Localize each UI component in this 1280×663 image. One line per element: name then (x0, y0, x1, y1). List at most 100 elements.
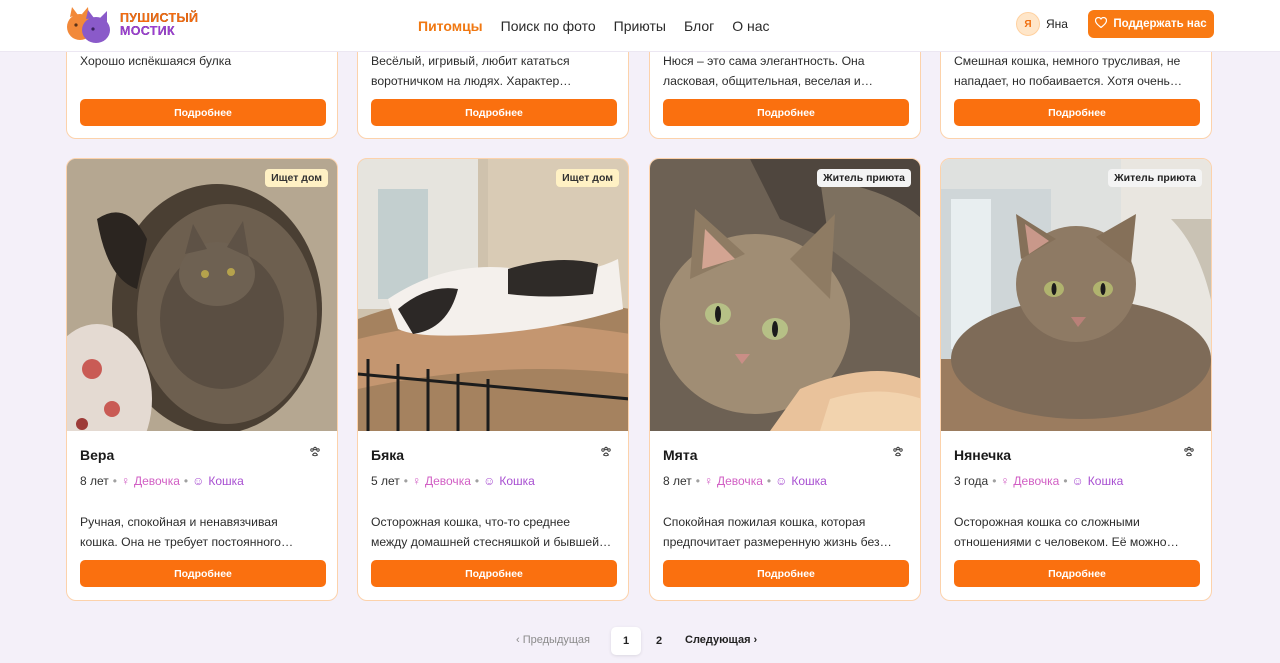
chevron-left-icon: ‹ (516, 634, 520, 646)
avatar[interactable]: Я (1016, 12, 1040, 36)
female-pin-icon: ♀ (411, 474, 421, 488)
paw-icon[interactable] (892, 446, 904, 461)
pagination-prev-label: Предыдущая (522, 634, 591, 646)
nav-pets[interactable]: Питомцы (418, 18, 483, 34)
pet-meta: 8 лет • ♀ Девочка • ☺ Кошка (80, 474, 244, 488)
user-name[interactable]: Яна (1046, 17, 1068, 31)
logo[interactable]: ПУШИСТЫЙ МОСТИК (64, 5, 198, 45)
card-description: Спокойная пожилая кошка, которая предпоч… (663, 512, 907, 552)
pet-age: 8 лет (663, 474, 692, 488)
details-button[interactable]: Подробнее (954, 99, 1200, 126)
separator-dot: • (766, 474, 772, 488)
desc-line: отношениями с человеком. Её можно… (954, 535, 1179, 549)
pet-age: 3 года (954, 474, 989, 488)
details-button[interactable]: Подробнее (663, 560, 909, 587)
details-button[interactable]: Подробнее (80, 560, 326, 587)
desc-line: кошка. Она не требует постоянного… (80, 535, 294, 549)
female-pin-icon: ♀ (120, 474, 130, 488)
desc-line: Смешная кошка, немного трусливая, не (954, 54, 1181, 68)
female-pin-icon: ♀ (703, 474, 713, 488)
nav-about[interactable]: О нас (732, 18, 769, 34)
card-description: Ручная, спокойная и ненавязчивая кошка. … (80, 512, 324, 552)
main-nav: Питомцы Поиск по фото Приюты Блог О нас (418, 0, 788, 52)
pagination: ‹ Предыдущая 1 2 Следующая › (0, 627, 1280, 655)
paw-icon[interactable] (600, 446, 612, 461)
nav-blog[interactable]: Блог (684, 18, 714, 34)
details-button[interactable]: Подробнее (371, 99, 617, 126)
desc-line: между домашней стесняшкой и бывшей… (371, 535, 612, 549)
desc-line: Ручная, спокойная и ненавязчивая (80, 515, 278, 529)
desc-line: воротничком на людях. Характер… (371, 74, 572, 88)
donate-label: Поддержать нас (1113, 18, 1207, 30)
separator-dot: • (695, 474, 700, 488)
user-menu[interactable]: Я Яна (1016, 12, 1068, 36)
status-badge: Ищет дом (265, 169, 328, 187)
card-description: Нюся – это сама элегантность. Она ласков… (663, 51, 907, 91)
desc-line: предпочитает размеренную жизнь без… (663, 535, 892, 549)
pet-gender: Девочка (424, 474, 471, 488)
pet-gender: Девочка (133, 474, 180, 488)
pet-kind: Кошка (791, 474, 827, 488)
donate-button[interactable]: Поддержать нас (1088, 10, 1214, 38)
details-button[interactable]: Подробнее (663, 99, 909, 126)
pagination-page-2[interactable]: 2 (644, 627, 674, 655)
nav-shelters[interactable]: Приюты (614, 18, 666, 34)
pet-name: Мята (663, 447, 698, 463)
pet-gender: Девочка (1013, 474, 1060, 488)
separator-dot: • (112, 474, 117, 488)
desc-line: нападает, но побаивается. Хотя очень… (954, 74, 1183, 88)
paw-icon[interactable] (309, 446, 321, 461)
pet-photo[interactable]: Ищет дом (67, 159, 337, 431)
desc-line: Спокойная пожилая кошка, которая (663, 515, 866, 529)
nav-photo-search[interactable]: Поиск по фото (501, 18, 596, 34)
cat-icon: ☺ (775, 474, 788, 488)
pet-photo[interactable]: Житель приюта (941, 159, 1211, 431)
logo-line-2: МОСТИК (120, 24, 175, 38)
pagination-prev[interactable]: ‹ Предыдущая (516, 634, 590, 646)
pet-photo[interactable]: Ищет дом (358, 159, 628, 431)
desc-line: Весёлый, игривый, любит кататься (371, 54, 570, 68)
separator-dot: • (992, 474, 997, 488)
pet-meta: 8 лет • ♀ Девочка • ☺ Кошка (663, 474, 827, 488)
pet-photo[interactable]: Житель приюта (650, 159, 920, 431)
cat-icon: ☺ (1071, 474, 1084, 488)
pet-kind: Кошка (1087, 474, 1124, 488)
pet-card[interactable]: Ищет дом Вера 8 лет • ♀ Девочка • ☺ Кошк… (66, 158, 338, 601)
desc-line: Хорошо испёкшаяся булка (80, 54, 232, 68)
pet-name: Вера (80, 447, 115, 463)
details-button[interactable]: Подробнее (80, 99, 326, 126)
pet-card[interactable]: Житель приюта Нянечка 3 года • ♀ Девочка… (940, 158, 1212, 601)
pet-meta: 5 лет • ♀ Девочка • ☺ Кошка (371, 474, 535, 488)
female-pin-icon: ♀ (1000, 474, 1010, 488)
desc-line: ласковая, общительная, веселая и… (663, 74, 873, 88)
details-button[interactable]: Подробнее (954, 560, 1200, 587)
status-badge: Ищет дом (556, 169, 619, 187)
pet-name: Нянечка (954, 447, 1012, 463)
chevron-right-icon: › (753, 634, 758, 646)
pet-age: 8 лет (80, 474, 109, 488)
card-description: Осторожная кошка, что-то среднее между д… (371, 512, 615, 552)
desc-line: Осторожная кошка со сложными (954, 515, 1140, 529)
pet-gender: Девочка (716, 474, 763, 488)
site-header: ПУШИСТЫЙ МОСТИК Питомцы Поиск по фото Пр… (0, 0, 1280, 52)
separator-dot: • (403, 474, 408, 488)
details-button[interactable]: Подробнее (371, 560, 617, 587)
card-description: Хорошо испёкшаяся булка (80, 51, 324, 71)
card-description: Осторожная кошка со сложными отношениями… (954, 512, 1198, 552)
pet-card[interactable]: Житель приюта Мята 8 лет • ♀ Девочка • ☺… (649, 158, 921, 601)
separator-dot: • (1063, 474, 1068, 488)
pet-meta: 3 года • ♀ Девочка • ☺ Кошка (954, 474, 1123, 488)
pet-kind: Кошка (499, 474, 535, 488)
desc-line: Нюся – это сама элегантность. Она (663, 54, 865, 68)
heart-icon (1095, 16, 1108, 31)
separator-dot: • (474, 474, 480, 488)
card-description: Весёлый, игривый, любит кататься воротни… (371, 51, 615, 91)
pagination-next[interactable]: Следующая › (685, 634, 757, 646)
paw-icon[interactable] (1183, 446, 1195, 461)
pet-age: 5 лет (371, 474, 400, 488)
pagination-page-1[interactable]: 1 (611, 627, 641, 655)
status-badge: Житель приюта (817, 169, 911, 187)
pet-card[interactable]: Ищет дом Бяка 5 лет • ♀ Девочка • ☺ Кошк… (357, 158, 629, 601)
desc-line: Осторожная кошка, что-то среднее (371, 515, 571, 529)
pagination-next-label: Следующая (685, 634, 751, 646)
